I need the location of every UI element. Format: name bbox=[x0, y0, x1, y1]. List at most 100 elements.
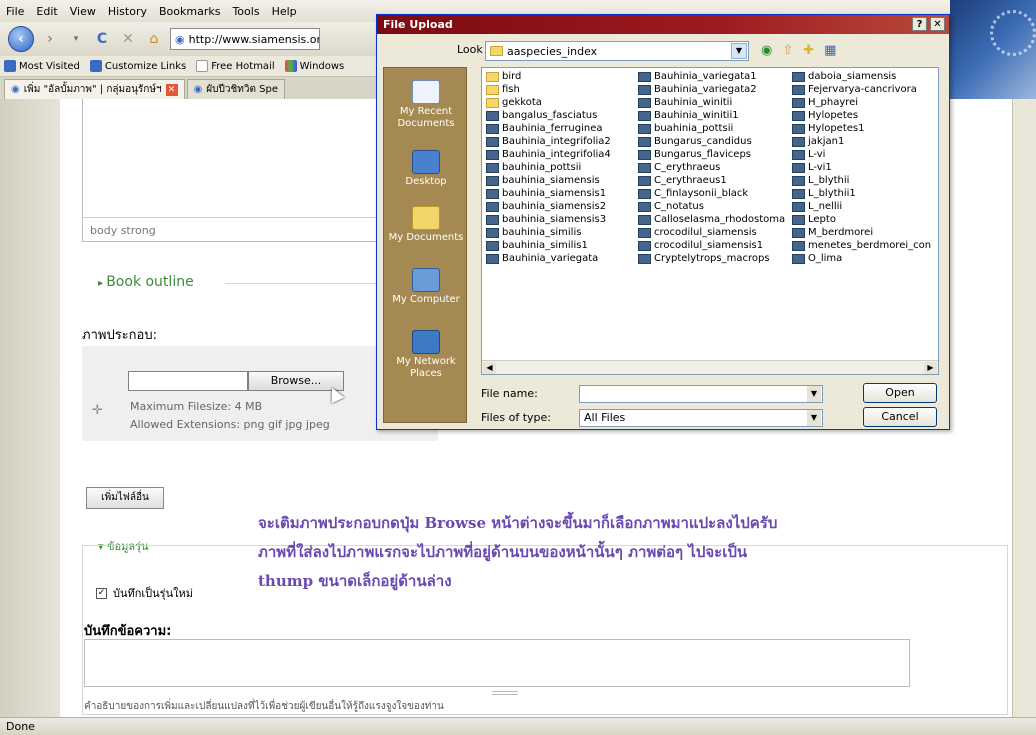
file-item[interactable]: C_erythraeus1 bbox=[638, 174, 785, 187]
file-item[interactable]: H_phayrei bbox=[792, 96, 931, 109]
cancel-button[interactable]: Cancel bbox=[863, 407, 937, 427]
file-item[interactable]: bird bbox=[486, 70, 611, 83]
resize-grip[interactable] bbox=[492, 691, 518, 695]
file-item[interactable]: C_erythraeus bbox=[638, 161, 785, 174]
dialog-titlebar[interactable]: File Upload ? ✕ bbox=[377, 15, 949, 34]
file-name-input[interactable]: ▼ bbox=[579, 385, 823, 403]
file-item[interactable]: Fejervarya-cancrivora bbox=[792, 83, 931, 96]
open-button[interactable]: Open bbox=[863, 383, 937, 403]
file-item[interactable]: L_nellii bbox=[792, 200, 931, 213]
new-revision-checkbox[interactable]: ✓ บันทึกเป็นรุ่นใหม่ bbox=[96, 584, 193, 602]
chevron-down-icon[interactable]: ▼ bbox=[731, 43, 747, 59]
place-desktop[interactable]: Desktop bbox=[384, 150, 468, 188]
place-my-computer[interactable]: My Computer bbox=[384, 268, 468, 306]
file-item[interactable]: crocodilul_siamensis1 bbox=[638, 239, 785, 252]
view-menu-icon[interactable]: ▦ bbox=[824, 43, 836, 58]
horizontal-scrollbar[interactable]: ◀ ▶ bbox=[482, 360, 938, 374]
files-of-type-select[interactable]: All Files ▼ bbox=[579, 409, 823, 427]
file-item[interactable]: C_notatus bbox=[638, 200, 785, 213]
chevron-down-icon[interactable]: ▼ bbox=[807, 386, 821, 402]
vertical-scrollbar[interactable] bbox=[1012, 99, 1036, 717]
file-item[interactable]: bauhinia_siamensis2 bbox=[486, 200, 611, 213]
file-item[interactable]: daboia_siamensis bbox=[792, 70, 931, 83]
file-item[interactable]: Bauhinia_winitii1 bbox=[638, 109, 785, 122]
address-bar[interactable]: ◉ http://www.siamensis.org/no bbox=[170, 28, 320, 50]
file-item[interactable]: gekkota bbox=[486, 96, 611, 109]
file-item[interactable]: Bungarus_flaviceps bbox=[638, 148, 785, 161]
home-icon[interactable]: ⌂ bbox=[144, 29, 164, 49]
file-item[interactable]: C_finlaysonii_black bbox=[638, 187, 785, 200]
dropdown-icon[interactable]: ▾ bbox=[66, 29, 86, 49]
file-item[interactable]: bauhinia_siamensis bbox=[486, 174, 611, 187]
file-item[interactable]: L-vi1 bbox=[792, 161, 931, 174]
file-item[interactable]: Calloselasma_rhodostoma bbox=[638, 213, 785, 226]
file-item[interactable]: Cryptelytrops_macrops bbox=[638, 252, 785, 265]
menu-help[interactable]: Help bbox=[272, 5, 297, 18]
file-item[interactable]: Lepto bbox=[792, 213, 931, 226]
bookmark-customize-links[interactable]: Customize Links bbox=[89, 60, 186, 72]
look-in-select[interactable]: aaspecies_index ▼ bbox=[485, 41, 749, 61]
annotation-line: ภาพที่ใส่ลงไปภาพแรกจะไปภาพที่อยู่ด้านบนข… bbox=[258, 543, 748, 561]
tab-add-album[interactable]: ◉ เพิ่ม "อัลบั้มภาพ" | กลุ่มอนุรักษ์ฯ ✕ bbox=[4, 79, 185, 99]
file-item[interactable]: jakjan1 bbox=[792, 135, 931, 148]
tab-species[interactable]: ◉ ผับปีวชิทวิต Spe bbox=[186, 79, 285, 99]
place-recent-documents[interactable]: My Recent Documents bbox=[384, 80, 468, 130]
bookmark-free-hotmail[interactable]: Free Hotmail bbox=[196, 60, 275, 72]
log-message-textarea[interactable] bbox=[84, 639, 910, 687]
file-item-label: crocodilul_siamensis1 bbox=[654, 239, 764, 251]
menu-history[interactable]: History bbox=[108, 5, 147, 18]
close-tab-icon[interactable]: ✕ bbox=[165, 83, 178, 96]
drag-handle-icon[interactable]: ✛ bbox=[92, 403, 103, 418]
file-item[interactable]: Bauhinia_variegata2 bbox=[638, 83, 785, 96]
forward-button[interactable]: › bbox=[40, 29, 60, 49]
file-item[interactable]: bauhinia_siamensis3 bbox=[486, 213, 611, 226]
file-item[interactable]: menetes_berdmorei_con bbox=[792, 239, 931, 252]
scroll-left-icon[interactable]: ◀ bbox=[483, 362, 496, 374]
file-item[interactable]: Bauhinia_integrifolia2 bbox=[486, 135, 611, 148]
bookmark-most-visited[interactable]: Most Visited bbox=[4, 60, 80, 72]
file-item[interactable]: Bungarus_candidus bbox=[638, 135, 785, 148]
back-icon[interactable]: ◉ bbox=[761, 43, 772, 58]
file-item[interactable]: Hylopetes bbox=[792, 109, 931, 122]
file-item[interactable]: fish bbox=[486, 83, 611, 96]
add-file-button[interactable]: เพิ่มไฟล์อื่น bbox=[86, 487, 164, 509]
menu-bookmarks[interactable]: Bookmarks bbox=[159, 5, 220, 18]
file-item[interactable]: bangalus_fasciatus bbox=[486, 109, 611, 122]
scroll-right-icon[interactable]: ▶ bbox=[924, 362, 937, 374]
file-item[interactable]: M_berdmorei bbox=[792, 226, 931, 239]
file-item[interactable]: bauhinia_siamensis1 bbox=[486, 187, 611, 200]
file-item[interactable]: bauhinia_similis1 bbox=[486, 239, 611, 252]
file-item[interactable]: crocodilul_siamensis bbox=[638, 226, 785, 239]
place-my-documents[interactable]: My Documents bbox=[384, 206, 468, 244]
book-outline-toggle[interactable]: Book outline bbox=[98, 274, 194, 290]
file-item[interactable]: Bauhinia_integrifolia4 bbox=[486, 148, 611, 161]
stop-icon[interactable]: ✕ bbox=[118, 29, 138, 49]
place-network-places[interactable]: My Network Places bbox=[384, 330, 468, 380]
file-item[interactable]: Bauhinia_variegata bbox=[486, 252, 611, 265]
file-item[interactable]: bauhinia_similis bbox=[486, 226, 611, 239]
file-path-input[interactable] bbox=[128, 371, 248, 391]
file-item[interactable]: L_blythii1 bbox=[792, 187, 931, 200]
menu-file[interactable]: File bbox=[6, 5, 24, 18]
file-item[interactable]: bauhinia_pottsii bbox=[486, 161, 611, 174]
file-item[interactable]: buahinia_pottsii bbox=[638, 122, 785, 135]
new-folder-icon[interactable]: ✚ bbox=[803, 43, 814, 58]
file-item[interactable]: Bauhinia_ferruginea bbox=[486, 122, 611, 135]
help-icon[interactable]: ? bbox=[912, 17, 927, 31]
menu-tools[interactable]: Tools bbox=[232, 5, 259, 18]
menu-view[interactable]: View bbox=[70, 5, 96, 18]
reload-icon[interactable]: C bbox=[92, 29, 112, 49]
checkbox-checked-icon[interactable]: ✓ bbox=[96, 587, 107, 599]
file-item[interactable]: Bauhinia_winitii bbox=[638, 96, 785, 109]
chevron-down-icon[interactable]: ▼ bbox=[807, 410, 821, 426]
file-item[interactable]: L_blythii bbox=[792, 174, 931, 187]
back-button[interactable]: ‹ bbox=[8, 26, 34, 52]
file-item[interactable]: Bauhinia_variegata1 bbox=[638, 70, 785, 83]
bookmark-windows[interactable]: Windows bbox=[284, 60, 344, 72]
file-item[interactable]: O_lima bbox=[792, 252, 931, 265]
file-item[interactable]: L-vi bbox=[792, 148, 931, 161]
close-icon[interactable]: ✕ bbox=[930, 17, 945, 31]
file-item[interactable]: Hylopetes1 bbox=[792, 122, 931, 135]
up-folder-icon[interactable]: ⇧ bbox=[782, 43, 793, 58]
menu-edit[interactable]: Edit bbox=[36, 5, 57, 18]
